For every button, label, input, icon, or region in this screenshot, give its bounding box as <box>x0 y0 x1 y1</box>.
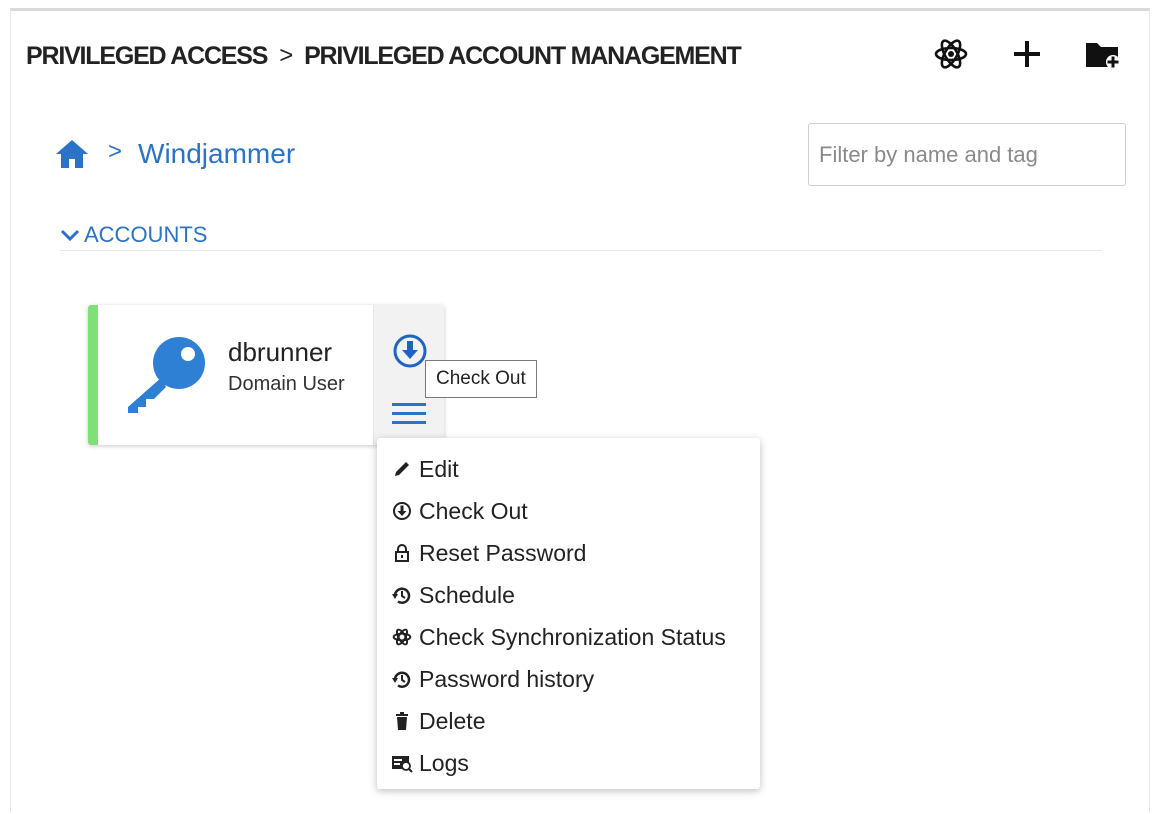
menu-item-label: Check Out <box>419 497 528 524</box>
menu-item-label: Schedule <box>419 581 515 608</box>
menu-item-check-sync-status[interactable]: Check Synchronization Status <box>377 616 760 658</box>
breadcrumb: > Windjammer <box>54 138 295 170</box>
header-actions <box>931 34 1123 74</box>
menu-item-logs[interactable]: Logs <box>377 742 760 784</box>
header-crumb-account-management: PRIVILEGED ACCOUNT MANAGEMENT <box>304 41 742 70</box>
key-icon <box>128 337 205 413</box>
checkout-tooltip: Check Out <box>425 360 537 398</box>
trash-icon <box>396 712 408 730</box>
menu-item-label: Logs <box>419 749 469 776</box>
history-icon <box>392 671 411 688</box>
menu-item-check-out[interactable]: Check Out <box>377 490 760 532</box>
menu-item-label: Delete <box>419 707 486 734</box>
page-title: PRIVILEGED ACCESS > PRIVILEGED ACCOUNT M… <box>26 40 742 72</box>
menu-item-delete[interactable]: Delete <box>377 700 760 742</box>
home-icon[interactable] <box>54 138 90 170</box>
menu-item-label: Reset Password <box>419 539 587 566</box>
header-crumb-privileged-access[interactable]: PRIVILEGED ACCESS <box>26 42 268 71</box>
menu-item-label: Edit <box>419 455 459 482</box>
breadcrumb-separator: > <box>108 138 123 165</box>
menu-item-edit[interactable]: Edit <box>377 448 760 490</box>
atom-icon <box>392 628 412 646</box>
schedule-icon <box>392 587 411 604</box>
status-indicator <box>88 305 98 445</box>
menu-item-reset-password[interactable]: Reset Password <box>377 532 760 574</box>
add-button[interactable] <box>1007 34 1047 74</box>
pencil-icon <box>395 462 409 476</box>
menu-item-label: Check Synchronization Status <box>419 623 726 650</box>
add-folder-button[interactable] <box>1083 34 1123 74</box>
account-card[interactable]: dbrunner Domain User <box>88 305 444 445</box>
folder-add-icon <box>1086 43 1120 69</box>
atom-icon <box>934 39 968 69</box>
account-context-menu: Edit Check Out Reset Password Schedule C… <box>377 438 760 789</box>
checkout-icon <box>393 502 411 520</box>
accounts-section-label: ACCOUNTS <box>84 222 208 247</box>
account-name: dbrunner <box>228 337 333 367</box>
accounts-section-toggle[interactable]: ACCOUNTS <box>60 222 207 248</box>
sync-status-button[interactable] <box>931 34 971 74</box>
logs-icon <box>392 756 413 773</box>
filter-input[interactable] <box>808 123 1126 186</box>
chevron-down-icon <box>60 229 80 242</box>
hamburger-menu-icon[interactable] <box>392 401 426 427</box>
plus-icon <box>1014 41 1040 67</box>
menu-item-label: Password history <box>419 665 595 692</box>
lock-icon <box>395 544 409 562</box>
section-divider <box>60 250 1102 251</box>
menu-item-schedule[interactable]: Schedule <box>377 574 760 616</box>
breadcrumb-current[interactable]: Windjammer <box>138 138 295 170</box>
checkout-icon[interactable] <box>392 333 428 369</box>
account-type: Domain User <box>228 373 345 395</box>
header-separator: > <box>279 42 293 69</box>
menu-item-password-history[interactable]: Password history <box>377 658 760 700</box>
